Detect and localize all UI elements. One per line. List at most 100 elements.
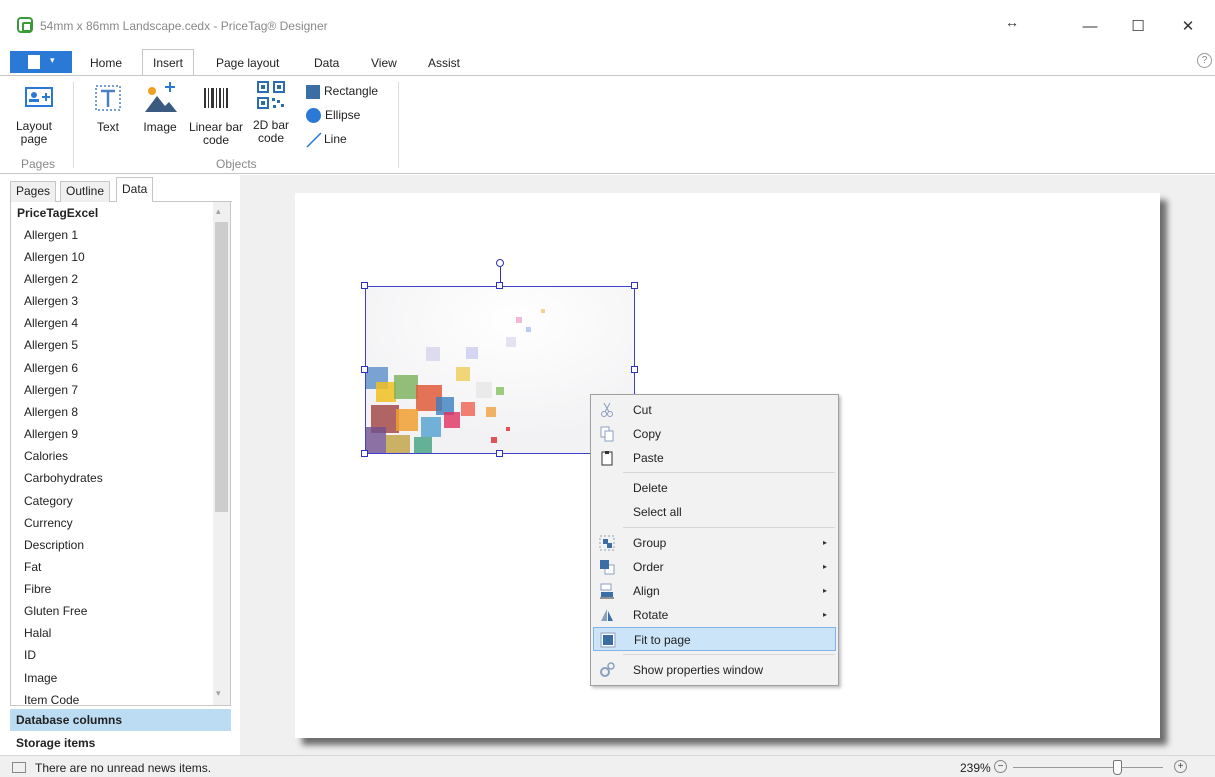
resize-handle-bottom-left[interactable] — [361, 450, 368, 457]
news-icon[interactable] — [12, 762, 26, 773]
tab-view[interactable]: View — [371, 52, 397, 74]
scroll-down-icon[interactable]: ▾ — [216, 688, 221, 699]
list-item[interactable]: Allergen 9 — [24, 423, 78, 445]
list-item[interactable]: Image — [24, 667, 57, 689]
list-item[interactable]: Allergen 10 — [24, 246, 85, 268]
list-item[interactable]: Category — [24, 490, 73, 512]
close-button[interactable]: ✕ — [1166, 12, 1210, 42]
menu-item-paste[interactable]: Paste — [593, 446, 836, 470]
list-item[interactable]: ID — [24, 644, 36, 666]
list-item[interactable]: Halal — [24, 622, 51, 644]
zoom-slider-thumb[interactable] — [1113, 760, 1122, 775]
data-source-header[interactable]: PriceTagExcel — [17, 206, 98, 220]
insert-linear-barcode-button[interactable]: Linear bar code — [185, 82, 247, 147]
tab-assist[interactable]: Assist — [428, 52, 460, 74]
list-item[interactable]: Fat — [24, 556, 41, 578]
rotate-icon — [601, 609, 613, 621]
resize-handle-bottom[interactable] — [496, 450, 503, 457]
resize-icon[interactable]: ↔ — [1005, 14, 1019, 30]
list-item[interactable]: Calories — [24, 445, 68, 467]
zoom-slider[interactable] — [1013, 767, 1163, 768]
ribbon-panel: Layout page Pages Text Image Linear bar … — [0, 75, 1215, 174]
database-columns-item[interactable]: Database columns — [10, 709, 231, 731]
scissors-icon — [601, 402, 613, 417]
tab-data[interactable]: Data — [314, 52, 339, 74]
menu-item-label: Delete — [633, 481, 668, 495]
tab-insert[interactable]: Insert — [142, 49, 195, 75]
menu-item-delete[interactable]: Delete — [593, 476, 836, 500]
storage-items-item[interactable]: Storage items — [10, 732, 231, 754]
submenu-arrow-icon: ▸ — [823, 586, 828, 595]
tab-outline[interactable]: Outline — [60, 181, 111, 202]
tab-data-panel[interactable]: Data — [116, 177, 154, 203]
list-item[interactable]: Gluten Free — [24, 600, 87, 622]
submenu-arrow-icon: ▸ — [823, 538, 828, 547]
list-item[interactable]: Allergen 7 — [24, 379, 78, 401]
list-item[interactable]: Allergen 4 — [24, 312, 78, 334]
resize-handle-top-right[interactable] — [631, 282, 638, 289]
tab-home[interactable]: Home — [90, 52, 122, 74]
insert-rectangle-button[interactable]: Rectangle — [306, 84, 378, 99]
list-item[interactable]: Allergen 3 — [24, 290, 78, 312]
menu-item-label: Select all — [633, 505, 682, 519]
menu-item-fit-to-page[interactable]: Fit to page — [593, 627, 836, 651]
list-item[interactable]: Description — [24, 534, 84, 556]
resize-handle-right[interactable] — [631, 366, 638, 373]
menu-item-cut[interactable]: Cut — [593, 398, 836, 422]
status-bar: There are no unread news items. 239% − + — [0, 755, 1215, 777]
menu-item-label: Order — [633, 560, 664, 574]
maximize-button[interactable]: ☐ — [1116, 12, 1160, 42]
insert-line-button[interactable]: Line — [306, 132, 347, 148]
menu-divider — [623, 472, 835, 473]
group-icon — [599, 535, 615, 551]
barcode-icon — [204, 88, 228, 108]
menu-item-order[interactable]: Order ▸ — [593, 555, 836, 579]
list-item[interactable]: Carbohydrates — [24, 467, 103, 489]
scroll-up-icon[interactable]: ▴ — [216, 206, 221, 217]
minimize-button[interactable]: — — [1068, 12, 1112, 42]
insert-image-button[interactable]: Image — [140, 82, 180, 134]
text-label: Text — [96, 120, 119, 134]
list-item[interactable]: Allergen 1 — [24, 224, 78, 246]
align-icon — [600, 583, 614, 599]
zoom-in-button[interactable]: + — [1174, 760, 1187, 773]
list-item[interactable]: Allergen 8 — [24, 401, 78, 423]
gears-icon — [600, 662, 615, 677]
list-item[interactable]: Allergen 6 — [24, 357, 78, 379]
menu-item-label: Show properties window — [633, 663, 764, 677]
list-item[interactable]: Allergen 5 — [24, 334, 78, 356]
text-icon — [95, 85, 121, 111]
insert-text-button[interactable]: Text — [90, 82, 126, 134]
menu-item-rotate[interactable]: Rotate ▸ — [593, 603, 836, 627]
panel-tab-bar: Pages Outline Data — [10, 175, 232, 203]
menu-item-show-properties[interactable]: Show properties window — [593, 658, 836, 682]
rotation-handle[interactable] — [496, 259, 504, 267]
layout-page-button[interactable]: Layout page — [14, 82, 64, 146]
qr-code-icon — [257, 81, 285, 109]
resize-handle-top[interactable] — [496, 282, 503, 289]
list-scrollbar-thumb[interactable] — [215, 222, 228, 512]
menu-item-copy[interactable]: Copy — [593, 422, 836, 446]
file-menu-button[interactable]: ▾ — [10, 51, 72, 73]
help-icon[interactable]: ? — [1197, 53, 1212, 68]
tab-page-layout[interactable]: Page layout — [216, 52, 279, 74]
image-icon — [145, 82, 177, 112]
insert-2d-barcode-button[interactable]: 2D bar code — [252, 80, 290, 145]
list-item[interactable]: Currency — [24, 512, 73, 534]
menu-item-align[interactable]: Align ▸ — [593, 579, 836, 603]
list-item[interactable]: Item Code — [24, 689, 79, 705]
list-item[interactable]: Allergen 2 — [24, 268, 78, 290]
resize-handle-top-left[interactable] — [361, 282, 368, 289]
menu-item-group[interactable]: Group ▸ — [593, 531, 836, 555]
zoom-out-button[interactable]: − — [994, 760, 1007, 773]
insert-ellipse-button[interactable]: Ellipse — [306, 108, 360, 124]
ellipse-icon — [306, 108, 321, 124]
tab-pages[interactable]: Pages — [10, 181, 57, 202]
group-divider — [73, 82, 74, 168]
resize-handle-left[interactable] — [361, 366, 368, 373]
menu-item-label: Align — [633, 584, 660, 598]
list-item[interactable]: Fibre — [24, 578, 51, 600]
clipboard-icon — [601, 451, 613, 466]
menu-item-label: Fit to page — [634, 633, 691, 647]
menu-item-select-all[interactable]: Select all — [593, 500, 836, 524]
